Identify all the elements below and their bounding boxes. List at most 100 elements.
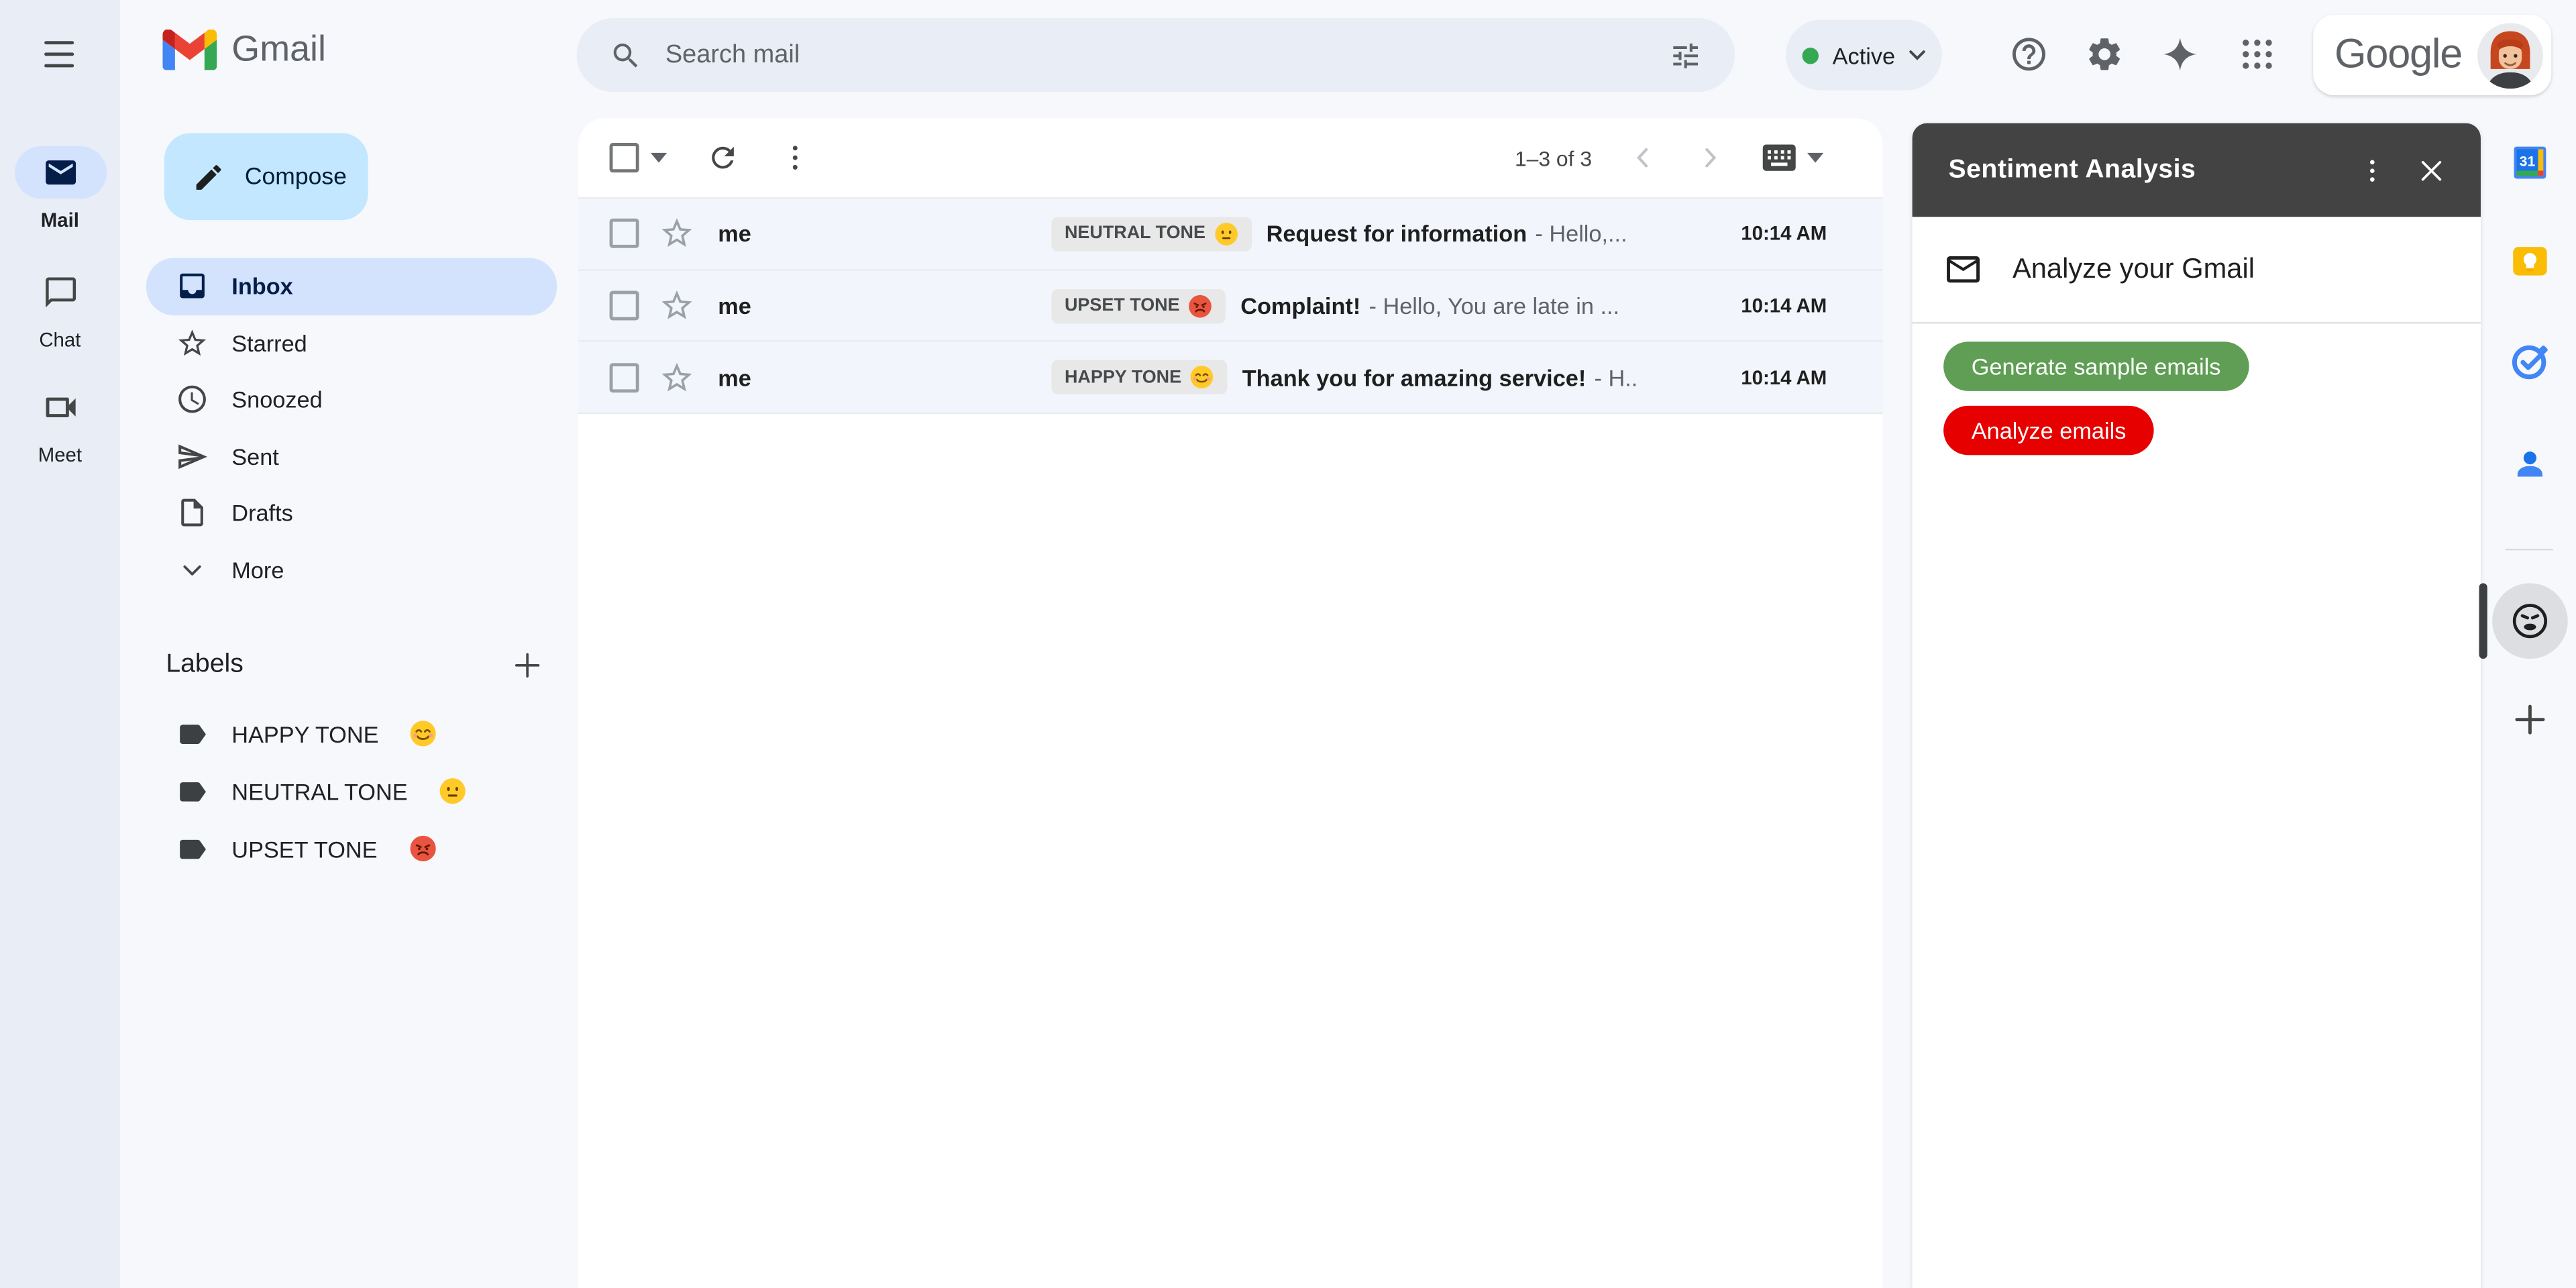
generate-sample-emails-button[interactable]: Generate sample emails	[1943, 341, 2249, 390]
rail-label-chat: Chat	[0, 329, 120, 352]
row-checkbox[interactable]	[610, 363, 639, 392]
search-options-button[interactable]	[1650, 19, 1722, 91]
email-time: 10:14 AM	[1692, 294, 1827, 317]
more-options-icon[interactable]	[779, 142, 812, 174]
rail-item-chat[interactable]: Chat	[0, 266, 120, 352]
tone-chip: NEUTRAL TONE	[1051, 217, 1251, 251]
star-icon[interactable]	[659, 288, 695, 324]
chevron-down-icon	[1909, 49, 1925, 60]
sidebar-item-snoozed[interactable]: Snoozed	[146, 371, 557, 427]
tone-chip: HAPPY TONE	[1051, 360, 1227, 394]
addon-section-title: Analyze your Gmail	[2012, 253, 2255, 286]
sidebar-item-drafts[interactable]: Drafts	[146, 484, 557, 541]
label-tag-icon	[176, 832, 209, 865]
help-icon[interactable]	[2009, 34, 2049, 74]
search-input[interactable]	[662, 39, 1650, 72]
email-snippet: - Hello, You are late in ...	[1368, 292, 1619, 319]
chevron-down-icon	[1807, 153, 1823, 163]
rail-item-mail[interactable]: Mail	[0, 146, 120, 231]
search-button[interactable]	[590, 19, 662, 91]
calendar-icon[interactable]: 31	[2509, 142, 2552, 184]
list-toolbar: 1–3 of 3	[578, 118, 1882, 197]
refresh-icon[interactable]	[706, 142, 739, 174]
email-subject: Complaint!	[1240, 292, 1360, 319]
sidebar-label-neutral-tone[interactable]: NEUTRAL TONE	[146, 762, 557, 820]
neutral-emoji-icon	[439, 777, 467, 805]
chat-icon	[42, 274, 78, 311]
create-label-button[interactable]	[511, 649, 544, 682]
happy-emoji-icon	[410, 720, 438, 748]
mail-icon	[42, 154, 78, 191]
rail-item-meet[interactable]: Meet	[0, 381, 120, 466]
gmail-logo[interactable]: Gmail	[162, 28, 326, 71]
labels-title: Labels	[166, 651, 243, 680]
status-selector[interactable]: Active	[1786, 19, 1942, 90]
addon-panel-header: Sentiment Analysis	[1913, 123, 2481, 217]
apps-grid-icon[interactable]	[2238, 34, 2277, 74]
search-bar[interactable]	[577, 18, 1735, 92]
label-list: HAPPY TONE NEUTRAL TONE UPSET T	[146, 705, 557, 877]
sidebar-item-more[interactable]: More	[146, 541, 557, 598]
pagination-status: 1–3 of 3	[1515, 146, 1592, 170]
email-list: me NEUTRAL TONE Request for information …	[578, 197, 1882, 414]
email-subject-area: HAPPY TONE Thank you for amazing service…	[1051, 360, 1692, 394]
sidebar-label-happy-tone[interactable]: HAPPY TONE	[146, 705, 557, 763]
sidebar-item-sent[interactable]: Sent	[146, 428, 557, 484]
compose-button[interactable]: Compose	[164, 133, 368, 220]
contacts-icon[interactable]	[2509, 442, 2552, 485]
sidebar-item-starred[interactable]: Starred	[146, 315, 557, 371]
star-icon[interactable]	[659, 360, 695, 396]
newer-page-chevron-icon[interactable]	[1626, 142, 1659, 174]
email-subject: Thank you for amazing service!	[1242, 364, 1587, 390]
compose-label: Compose	[245, 164, 347, 190]
keep-icon[interactable]	[2509, 240, 2552, 283]
account-button[interactable]: Google	[2313, 15, 2551, 95]
email-row[interactable]: me UPSET TONE Complaint! - Hello, You ar…	[578, 270, 1882, 342]
tasks-icon[interactable]	[2509, 340, 2552, 383]
sidebar-item-label: Inbox	[231, 273, 292, 299]
select-dropdown-icon[interactable]	[651, 153, 667, 163]
star-icon	[176, 327, 209, 360]
analyze-emails-button[interactable]: Analyze emails	[1943, 406, 2154, 455]
pencil-icon	[193, 160, 225, 193]
select-all-checkbox[interactable]	[610, 143, 639, 172]
row-checkbox[interactable]	[610, 291, 639, 321]
gmail-wordmark: Gmail	[231, 28, 326, 71]
label-tag-icon	[176, 775, 209, 808]
sidebar-nav: Inbox Starred Snoozed Sent Drafts	[146, 258, 557, 598]
settings-gear-icon[interactable]	[2085, 34, 2125, 74]
sentiment-addon-button[interactable]	[2492, 583, 2568, 659]
sidebar-item-label: Snoozed	[231, 386, 322, 413]
email-row[interactable]: me HAPPY TONE Thank you for amazing serv…	[578, 342, 1882, 414]
close-icon	[2416, 155, 2446, 184]
plus-icon	[511, 649, 544, 682]
rail-divider	[2506, 549, 2553, 550]
sentiment-analysis-panel: Sentiment Analysis Analyze your Gmail Ge…	[1913, 123, 2481, 1288]
input-tools-button[interactable]	[1761, 143, 1823, 172]
tune-icon	[1669, 39, 1702, 72]
email-sender: me	[718, 364, 1051, 390]
email-row[interactable]: me NEUTRAL TONE Request for information …	[578, 199, 1882, 270]
email-time: 10:14 AM	[1692, 366, 1827, 388]
avatar	[2477, 22, 2543, 88]
gmail-window: Mail Chat Meet G	[0, 0, 2576, 1288]
star-icon[interactable]	[659, 216, 695, 252]
svg-text:31: 31	[2520, 154, 2536, 169]
gemini-sparkle-icon[interactable]	[2160, 34, 2200, 74]
addon-menu-button[interactable]	[2343, 140, 2402, 199]
active-status-dot	[1803, 47, 1819, 63]
clock-icon	[176, 383, 209, 416]
main-menu-button[interactable]	[23, 18, 95, 91]
gmail-m-icon	[162, 29, 217, 70]
google-wordmark: Google	[2334, 32, 2462, 79]
sidebar-label-upset-tone[interactable]: UPSET TONE	[146, 820, 557, 877]
addon-close-button[interactable]	[2402, 140, 2461, 199]
older-page-chevron-icon[interactable]	[1694, 142, 1727, 174]
addon-section-header: Analyze your Gmail	[1913, 217, 2481, 323]
get-addons-plus-icon[interactable]	[2510, 700, 2550, 739]
row-checkbox[interactable]	[610, 219, 639, 249]
label-name: HAPPY TONE	[231, 720, 378, 747]
email-subject: Request for information	[1267, 221, 1527, 247]
label-tag-icon	[176, 717, 209, 750]
sidebar-item-inbox[interactable]: Inbox	[146, 258, 557, 314]
